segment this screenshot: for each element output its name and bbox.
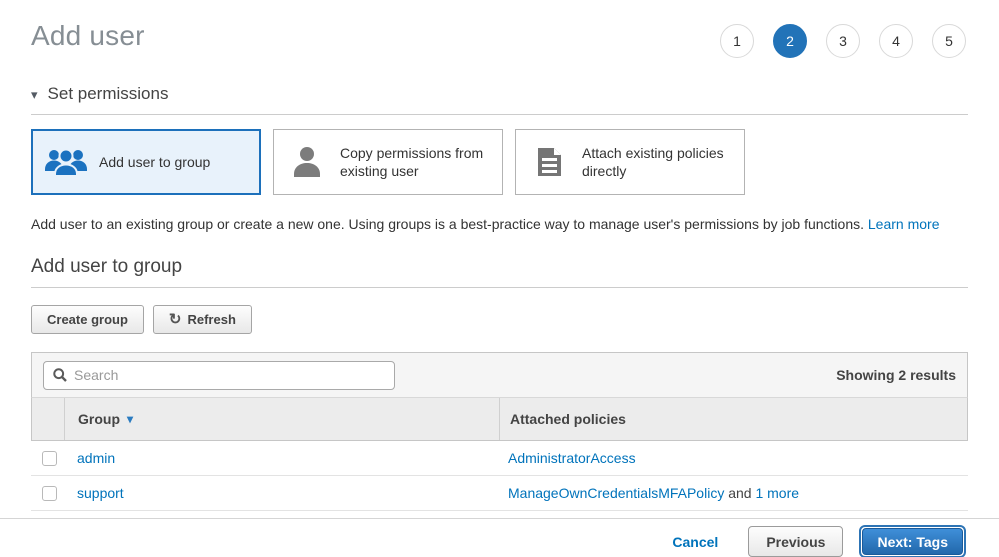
refresh-label: Refresh <box>187 312 235 327</box>
option-label: Attach existing policies directly <box>582 144 734 180</box>
user-icon <box>284 146 330 178</box>
refresh-icon: ↻ <box>169 312 182 327</box>
and-text: and <box>728 485 751 501</box>
policies-cell: AdministratorAccess <box>498 450 968 466</box>
step-4: 4 <box>879 24 913 58</box>
step-1: 1 <box>720 24 754 58</box>
option-add-user-to-group[interactable]: Add user to group <box>31 129 261 195</box>
set-permissions-title: Set permissions <box>48 84 169 104</box>
row-checkbox[interactable] <box>42 486 57 501</box>
column-group[interactable]: Group ▾ <box>65 398 499 440</box>
table-row: admin AdministratorAccess <box>31 441 968 476</box>
option-label: Copy permissions from existing user <box>340 144 492 180</box>
set-permissions-toggle[interactable]: ▾ Set permissions <box>31 84 968 104</box>
add-user-to-group-title: Add user to group <box>31 256 968 278</box>
search-icon <box>53 368 67 382</box>
option-copy-permissions[interactable]: Copy permissions from existing user <box>273 129 503 195</box>
search-input[interactable] <box>74 367 385 383</box>
cancel-button[interactable]: Cancel <box>672 534 718 550</box>
policies-cell: ManageOwnCredentialsMFAPolicy and 1 more <box>498 485 968 501</box>
policy-document-icon <box>526 146 572 178</box>
table-header-row: Group ▾ Attached policies <box>31 397 968 441</box>
search-box[interactable] <box>43 361 395 390</box>
wizard-steps: 1 2 3 4 5 <box>720 20 968 58</box>
column-group-label: Group <box>78 411 120 427</box>
select-all-column <box>32 398 65 440</box>
group-actions: Create group ↻ Refresh <box>31 305 968 334</box>
section-divider <box>31 287 968 288</box>
row-checkbox[interactable] <box>42 451 57 466</box>
policy-link[interactable]: ManageOwnCredentialsMFAPolicy <box>508 485 724 501</box>
group-link[interactable]: admin <box>77 450 115 466</box>
create-group-button[interactable]: Create group <box>31 305 144 334</box>
collapse-caret-icon: ▾ <box>31 88 38 101</box>
next-button-focus-ring: Next: Tags <box>859 525 966 557</box>
results-count: Showing 2 results <box>836 367 956 383</box>
step-5: 5 <box>932 24 966 58</box>
group-link[interactable]: support <box>77 485 124 501</box>
section-divider <box>31 114 968 115</box>
description-text: Add user to an existing group or create … <box>31 216 864 232</box>
page-header: Add user 1 2 3 4 5 <box>31 0 968 58</box>
table-row: support ManageOwnCredentialsMFAPolicy an… <box>31 476 968 511</box>
next-tags-button[interactable]: Next: Tags <box>862 528 963 555</box>
group-cell: support <box>64 485 498 501</box>
previous-button[interactable]: Previous <box>748 526 843 557</box>
permission-option-cards: Add user to group Copy permissions from … <box>31 129 968 195</box>
column-attached-policies: Attached policies <box>499 398 967 440</box>
groups-table: Showing 2 results Group ▾ Attached polic… <box>31 352 968 511</box>
table-toolbar: Showing 2 results <box>31 352 968 397</box>
user-group-icon <box>43 147 89 177</box>
sort-descending-icon: ▾ <box>127 412 133 426</box>
group-cell: admin <box>64 450 498 466</box>
group-description: Add user to an existing group or create … <box>31 216 968 232</box>
step-3: 3 <box>826 24 860 58</box>
wizard-footer: Cancel Previous Next: Tags <box>0 518 999 557</box>
refresh-button[interactable]: ↻ Refresh <box>153 305 252 334</box>
page-title: Add user <box>31 20 145 52</box>
policy-link[interactable]: AdministratorAccess <box>508 450 636 466</box>
option-label: Add user to group <box>99 153 210 171</box>
step-2-active: 2 <box>773 24 807 58</box>
more-policies-link[interactable]: 1 more <box>755 485 799 501</box>
option-attach-policies[interactable]: Attach existing policies directly <box>515 129 745 195</box>
learn-more-link[interactable]: Learn more <box>868 216 940 232</box>
